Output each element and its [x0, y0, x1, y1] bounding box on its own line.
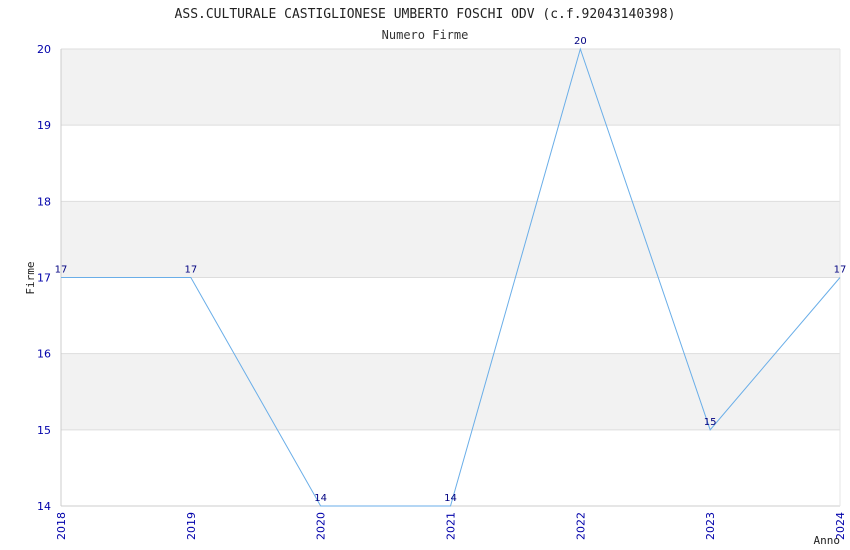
background-bands	[61, 49, 840, 430]
y-tick-label: 18	[37, 195, 51, 208]
x-axis-title: Anno	[814, 534, 841, 547]
y-tick-label: 20	[37, 43, 51, 56]
data-label: 17	[184, 265, 197, 276]
y-axis-title: Firme	[24, 261, 37, 294]
y-tick-label: 15	[37, 424, 51, 437]
x-tick-label: 2021	[445, 512, 458, 540]
background-band	[61, 201, 840, 278]
background-band	[61, 353, 840, 430]
data-label: 14	[444, 493, 457, 504]
chart-title: ASS.CULTURALE CASTIGLIONESE UMBERTO FOSC…	[175, 7, 676, 22]
data-label: 15	[704, 417, 717, 428]
x-tick-labels: 2018 2019 2020 2021 2022 2023 2024	[55, 512, 847, 540]
x-tick-label: 2022	[574, 512, 587, 540]
y-tick-label: 19	[37, 119, 51, 132]
data-label: 17	[55, 265, 68, 276]
line-chart: 14 15 16 17 18 19 20 2018 2019 2020 2021 2022 2023 2…	[24, 7, 847, 547]
y-tick-label: 14	[37, 500, 51, 513]
data-label: 17	[834, 265, 847, 276]
x-tick-label: 2020	[315, 512, 328, 540]
x-tick-label: 2018	[55, 512, 68, 540]
y-tick-label: 16	[37, 348, 51, 361]
chart-container: 14 15 16 17 18 19 20 2018 2019 2020 2021 2022 2023 2…	[0, 0, 850, 550]
background-band	[61, 49, 840, 126]
chart-subtitle: Numero Firme	[382, 28, 469, 42]
x-tick-label: 2019	[185, 512, 198, 540]
x-tick-label: 2023	[704, 512, 717, 540]
y-tick-label: 17	[37, 272, 51, 285]
data-label: 20	[574, 36, 587, 47]
data-label: 14	[314, 493, 327, 504]
y-tick-labels: 14 15 16 17 18 19 20	[37, 43, 51, 513]
